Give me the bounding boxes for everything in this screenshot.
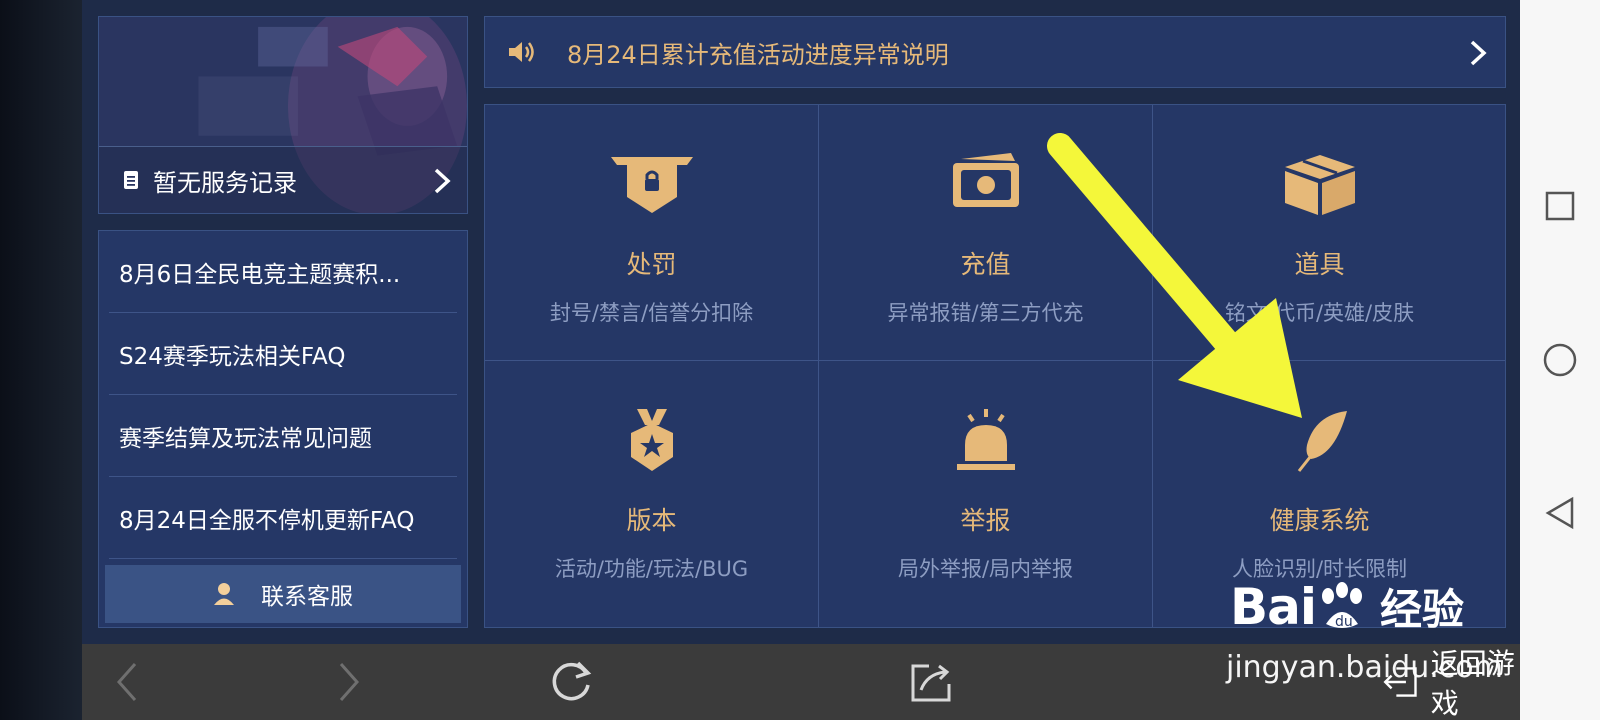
category-subtitle: 铭文/代币/英雄/皮肤 xyxy=(1224,301,1415,325)
category-health-system[interactable]: 健康系统 人脸识别/时长限制 xyxy=(1153,361,1486,623)
notice-bar[interactable]: 8月24日累计充值活动进度异常说明 xyxy=(484,16,1506,88)
service-record-row[interactable]: 暂无服务记录 xyxy=(99,146,467,213)
category-title: 举报 xyxy=(960,506,1011,535)
category-subtitle: 人脸识别/时长限制 xyxy=(1231,557,1408,581)
report-alarm-icon xyxy=(956,409,1015,470)
return-to-game-label: 返回游戏 xyxy=(1430,647,1515,720)
category-version[interactable]: 版本 活动/功能/玩法/BUG xyxy=(485,361,818,623)
faq-item[interactable]: 赛季结算及玩法常见问题 xyxy=(109,395,457,477)
chevron-right-icon xyxy=(1470,40,1487,66)
category-subtitle: 活动/功能/玩法/BUG xyxy=(554,557,749,581)
category-title: 处罚 xyxy=(626,250,677,279)
category-recharge[interactable]: 充值 异常报错/第三方代充 xyxy=(819,105,1152,367)
return-icon xyxy=(1383,667,1417,697)
category-subtitle: 封号/禁言/信誉分扣除 xyxy=(549,301,754,325)
faq-item[interactable]: S24赛季玩法相关FAQ xyxy=(109,313,457,395)
person-icon xyxy=(214,583,234,605)
return-to-game-button[interactable]: 返回游戏 xyxy=(1382,644,1520,720)
share-icon xyxy=(911,664,951,702)
recharge-money-icon xyxy=(952,153,1019,207)
chevron-left-icon xyxy=(116,663,137,701)
health-feather-icon xyxy=(1297,411,1347,472)
forward-button[interactable] xyxy=(324,644,374,720)
notice-text: 8月24日累计充值活动进度异常说明 xyxy=(567,40,949,69)
category-penalty[interactable]: 处罚 封号/禁言/信誉分扣除 xyxy=(485,105,818,367)
category-title: 版本 xyxy=(626,506,677,535)
recents-button[interactable] xyxy=(1544,190,1576,222)
penalty-shield-lock-icon xyxy=(610,157,693,213)
contact-support-button[interactable]: 联系客服 xyxy=(105,565,461,623)
category-subtitle: 异常报错/第三方代充 xyxy=(887,301,1084,325)
category-report[interactable]: 举报 局外举报/局内举报 xyxy=(819,361,1152,623)
speaker-icon xyxy=(509,42,534,62)
contact-support-label: 联系客服 xyxy=(261,584,353,610)
home-button[interactable] xyxy=(1542,342,1578,378)
android-nav-bar xyxy=(1520,0,1600,720)
browser-toolbar: 返回游戏 xyxy=(82,644,1520,720)
refresh-button[interactable] xyxy=(546,644,596,720)
category-title: 道具 xyxy=(1294,250,1345,279)
back-nav-button[interactable] xyxy=(1544,496,1576,530)
category-title: 充值 xyxy=(960,250,1011,279)
left-gutter xyxy=(0,0,82,720)
chevron-right-icon xyxy=(434,168,451,194)
service-record-banner[interactable]: 暂无服务记录 xyxy=(98,16,468,214)
category-subtitle: 局外举报/局内举报 xyxy=(897,557,1074,581)
share-button[interactable] xyxy=(906,644,956,720)
refresh-icon xyxy=(552,661,592,701)
chevron-right-icon xyxy=(339,663,360,701)
back-button[interactable] xyxy=(102,644,152,720)
faq-item[interactable]: 8月24日全服不停机更新FAQ xyxy=(109,477,457,559)
category-items[interactable]: 道具 铭文/代币/英雄/皮肤 xyxy=(1153,105,1486,367)
service-record-label: 暂无服务记录 xyxy=(153,168,297,197)
item-box-icon xyxy=(1284,155,1355,215)
category-title: 健康系统 xyxy=(1269,506,1370,535)
category-grid: 处罚 封号/禁言/信誉分扣除 充值 异常报错/第三方代充 道具 铭文/代币/英雄… xyxy=(484,104,1506,628)
version-medal-icon xyxy=(630,409,673,471)
faq-list: 8月6日全民电竞主题赛积... S24赛季玩法相关FAQ 赛季结算及玩法常见问题… xyxy=(98,230,468,628)
document-icon xyxy=(124,171,138,189)
faq-item[interactable]: 8月6日全民电竞主题赛积... xyxy=(109,231,457,313)
